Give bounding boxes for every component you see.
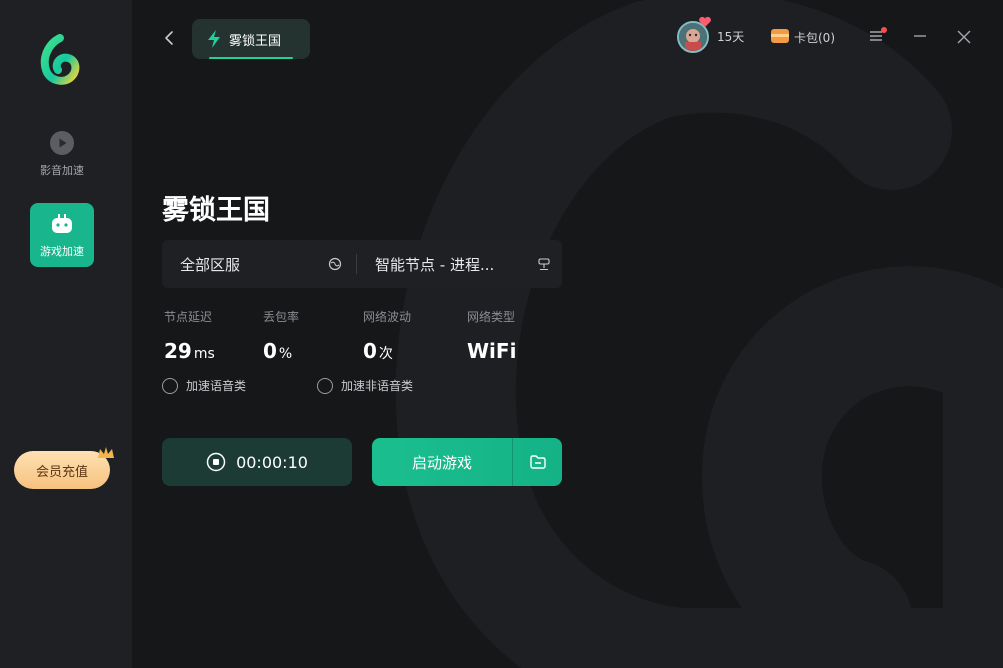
back-chevron-icon[interactable] bbox=[160, 28, 180, 48]
close-icon[interactable] bbox=[956, 29, 972, 45]
stat-label: 丢包率 bbox=[263, 310, 300, 324]
stat-number: 0 bbox=[263, 339, 277, 363]
vip-recharge-label: 会员充值 bbox=[35, 464, 88, 480]
main-panel: 雾锁王国 15天 卡包(0) 雾锁王国 全部区服 智能节点 - 进程... 节点… bbox=[132, 0, 1003, 668]
sidebar-item-game-acceleration[interactable]: 游戏加速 bbox=[30, 203, 94, 267]
folder-icon bbox=[529, 455, 546, 469]
stat-unit: % bbox=[278, 346, 293, 362]
accelerate-nonvoice-checkbox[interactable]: 加速非语音类 bbox=[317, 377, 413, 394]
app-logo bbox=[40, 34, 80, 85]
tab-label: 雾锁王国 bbox=[229, 33, 282, 49]
region-select-value: 全部区服 bbox=[180, 255, 241, 274]
launch-game-label: 启动游戏 bbox=[411, 453, 472, 472]
heart-badge-icon bbox=[699, 16, 711, 27]
play-circle-icon bbox=[50, 131, 74, 155]
launch-game-button[interactable]: 启动游戏 bbox=[372, 438, 512, 486]
gamepad-icon bbox=[52, 214, 72, 233]
stat-label: 节点延迟 bbox=[164, 310, 213, 324]
acceleration-timer: 00:00:10 bbox=[236, 452, 308, 472]
sidebar-item-label: 影音加速 bbox=[40, 164, 84, 177]
stat-unit: 次 bbox=[378, 346, 393, 362]
minimize-icon[interactable] bbox=[913, 29, 927, 43]
stat-label: 网络波动 bbox=[363, 310, 412, 324]
accelerate-voice-checkbox[interactable]: 加速语音类 bbox=[162, 377, 246, 394]
stop-acceleration-button[interactable]: 00:00:10 bbox=[162, 438, 352, 486]
membership-days[interactable]: 15天 bbox=[717, 28, 744, 45]
notification-dot bbox=[881, 27, 887, 33]
game-folder-button[interactable] bbox=[513, 438, 562, 486]
server-node-icon bbox=[538, 258, 550, 271]
stat-packet-loss: 丢包率 0% bbox=[263, 308, 299, 363]
stop-icon bbox=[206, 452, 226, 472]
radio-circle bbox=[317, 377, 333, 394]
stat-network-type: 网络类型 WiFi bbox=[467, 308, 516, 363]
tab-current-game[interactable]: 雾锁王国 bbox=[192, 19, 310, 59]
stat-unit: ms bbox=[193, 346, 215, 362]
radio-circle bbox=[162, 377, 178, 394]
card-wallet-link[interactable]: 卡包(0) bbox=[794, 29, 835, 46]
wallet-icon[interactable] bbox=[771, 28, 789, 44]
game-title: 雾锁王国 bbox=[162, 195, 270, 226]
node-select-value: 智能节点 - 进程... bbox=[375, 255, 495, 274]
tab-active-indicator bbox=[209, 57, 293, 59]
crown-icon bbox=[98, 447, 114, 458]
lightning-icon bbox=[208, 30, 220, 48]
stat-label: 网络类型 bbox=[467, 310, 516, 324]
region-select[interactable]: 全部区服 bbox=[162, 240, 356, 288]
vip-recharge-button[interactable]: 会员充值 bbox=[14, 447, 114, 489]
globe-icon bbox=[328, 257, 342, 271]
sidebar-item-media-acceleration[interactable]: 影音加速 bbox=[30, 122, 94, 186]
server-selector-bar: 全部区服 智能节点 - 进程... bbox=[162, 240, 562, 288]
stat-number: WiFi bbox=[467, 339, 517, 363]
stat-jitter: 网络波动 0次 bbox=[363, 308, 411, 363]
checkbox-label: 加速非语音类 bbox=[341, 379, 414, 393]
checkbox-label: 加速语音类 bbox=[186, 379, 247, 393]
node-select[interactable]: 智能节点 - 进程... bbox=[357, 240, 562, 288]
sidebar-item-label: 游戏加速 bbox=[40, 245, 84, 258]
launch-game-group: 启动游戏 bbox=[372, 438, 562, 486]
stat-value: 0次 bbox=[363, 339, 411, 363]
stat-number: 0 bbox=[363, 339, 377, 363]
sidebar: 影音加速 游戏加速 会员充值 bbox=[0, 0, 132, 668]
stat-latency: 节点延迟 29 ms bbox=[164, 308, 215, 363]
stat-value: 29 ms bbox=[164, 339, 215, 363]
stat-value: 0% bbox=[263, 339, 299, 363]
stat-value: WiFi bbox=[467, 339, 516, 363]
stat-number: 29 bbox=[164, 339, 192, 363]
